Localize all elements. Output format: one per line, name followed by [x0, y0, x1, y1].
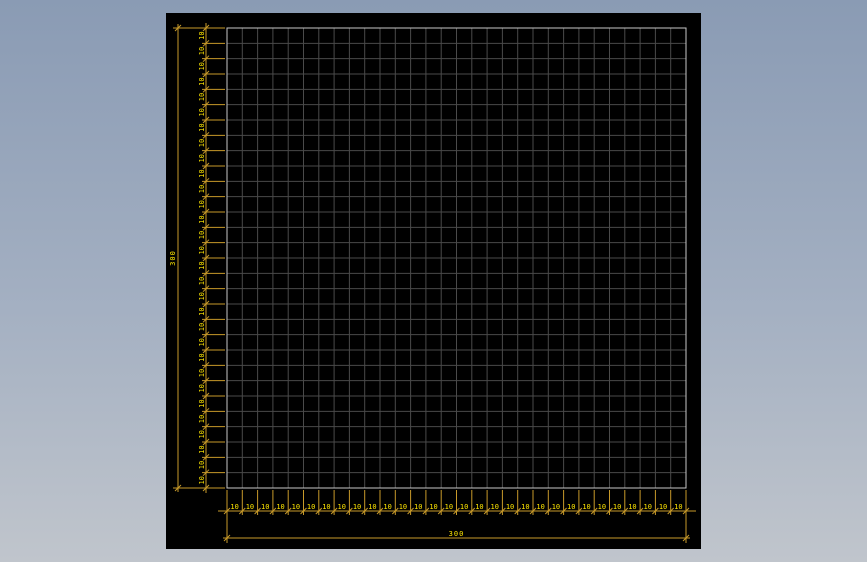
bottom-segment-label: 10: [292, 503, 300, 511]
bottom-segment-label: 10: [353, 503, 361, 511]
bottom-segment-label: 10: [674, 503, 682, 511]
left-segment-label: 10: [198, 399, 206, 407]
bottom-segment-dimensions: 10 10 10 10 10 10 10 10 10 10 10 10 10 10 10 10 10 10 10 10…: [218, 490, 696, 515]
left-segment-label: 10: [198, 338, 206, 346]
bottom-segment-label: 10: [307, 503, 315, 511]
bottom-segment-label: 10: [644, 503, 652, 511]
cad-drawing-canvas[interactable]: 10 10 10 10 10 10 10 10 10 10 10 10 10 10 10 10 10 10 10 10…: [166, 13, 701, 549]
left-segment-label: 10: [198, 200, 206, 208]
left-segment-label: 10: [198, 292, 206, 300]
left-segment-label: 10: [198, 215, 206, 223]
left-segment-label: 10: [198, 62, 206, 70]
left-segment-dimensions: 10 10 10 10 10 10 10 10 10 10 10 10 10 10 10 10 10 10 10 10…: [198, 23, 225, 493]
bottom-segment-label: 10: [460, 503, 468, 511]
left-segment-label: 10: [198, 430, 206, 438]
bottom-segment-label: 10: [521, 503, 529, 511]
bottom-segment-label: 10: [598, 503, 606, 511]
left-segment-label: 10: [198, 461, 206, 469]
left-segment-label: 10: [198, 231, 206, 239]
left-segment-label: 10: [198, 445, 206, 453]
left-segment-label: 10: [198, 139, 206, 147]
bottom-segment-label: 10: [276, 503, 284, 511]
bottom-segment-label: 10: [582, 503, 590, 511]
bottom-segment-label: 10: [491, 503, 499, 511]
grid-lines: [227, 28, 686, 488]
left-segment-label: 10: [198, 123, 206, 131]
left-segment-label: 10: [198, 47, 206, 55]
left-segment-label: 10: [198, 307, 206, 315]
bottom-segment-label: 10: [399, 503, 407, 511]
left-segment-label: 10: [198, 277, 206, 285]
left-segment-label: 10: [198, 31, 206, 39]
bottom-segment-label: 10: [659, 503, 667, 511]
bottom-segment-label: 10: [368, 503, 376, 511]
bottom-segment-label: 10: [429, 503, 437, 511]
left-total-dimension-label: 300: [169, 250, 177, 266]
left-segment-label: 10: [198, 185, 206, 193]
left-segment-label: 10: [198, 108, 206, 116]
left-segment-label: 10: [198, 261, 206, 269]
bottom-segment-label: 10: [536, 503, 544, 511]
left-segment-label: 10: [198, 476, 206, 484]
left-segment-label: 10: [198, 369, 206, 377]
left-segment-label: 10: [198, 415, 206, 423]
bottom-segment-label: 10: [628, 503, 636, 511]
bottom-segment-label: 10: [246, 503, 254, 511]
left-segment-label: 10: [198, 246, 206, 254]
bottom-segment-label: 10: [506, 503, 514, 511]
bottom-segment-label: 10: [261, 503, 269, 511]
bottom-segment-label: 10: [567, 503, 575, 511]
left-segment-label: 10: [198, 384, 206, 392]
bottom-segment-label: 10: [338, 503, 346, 511]
left-segment-label: 10: [198, 77, 206, 85]
bottom-segment-label: 10: [230, 503, 238, 511]
bottom-segment-label: 10: [322, 503, 330, 511]
grid-drawing: 10 10 10 10 10 10 10 10 10 10 10 10 10 10 10 10 10 10 10 10…: [169, 23, 696, 543]
left-segment-label: 10: [198, 323, 206, 331]
bottom-segment-label: 10: [383, 503, 391, 511]
bottom-segment-label: 10: [414, 503, 422, 511]
left-segment-label: 10: [198, 169, 206, 177]
bottom-segment-label: 10: [475, 503, 483, 511]
bottom-segment-label: 10: [445, 503, 453, 511]
bottom-segment-label: 10: [552, 503, 560, 511]
bottom-segment-label: 10: [613, 503, 621, 511]
left-segment-label: 10: [198, 353, 206, 361]
bottom-total-dimension-label: 300: [449, 530, 465, 538]
left-segment-label: 10: [198, 93, 206, 101]
left-segment-label: 10: [198, 154, 206, 162]
